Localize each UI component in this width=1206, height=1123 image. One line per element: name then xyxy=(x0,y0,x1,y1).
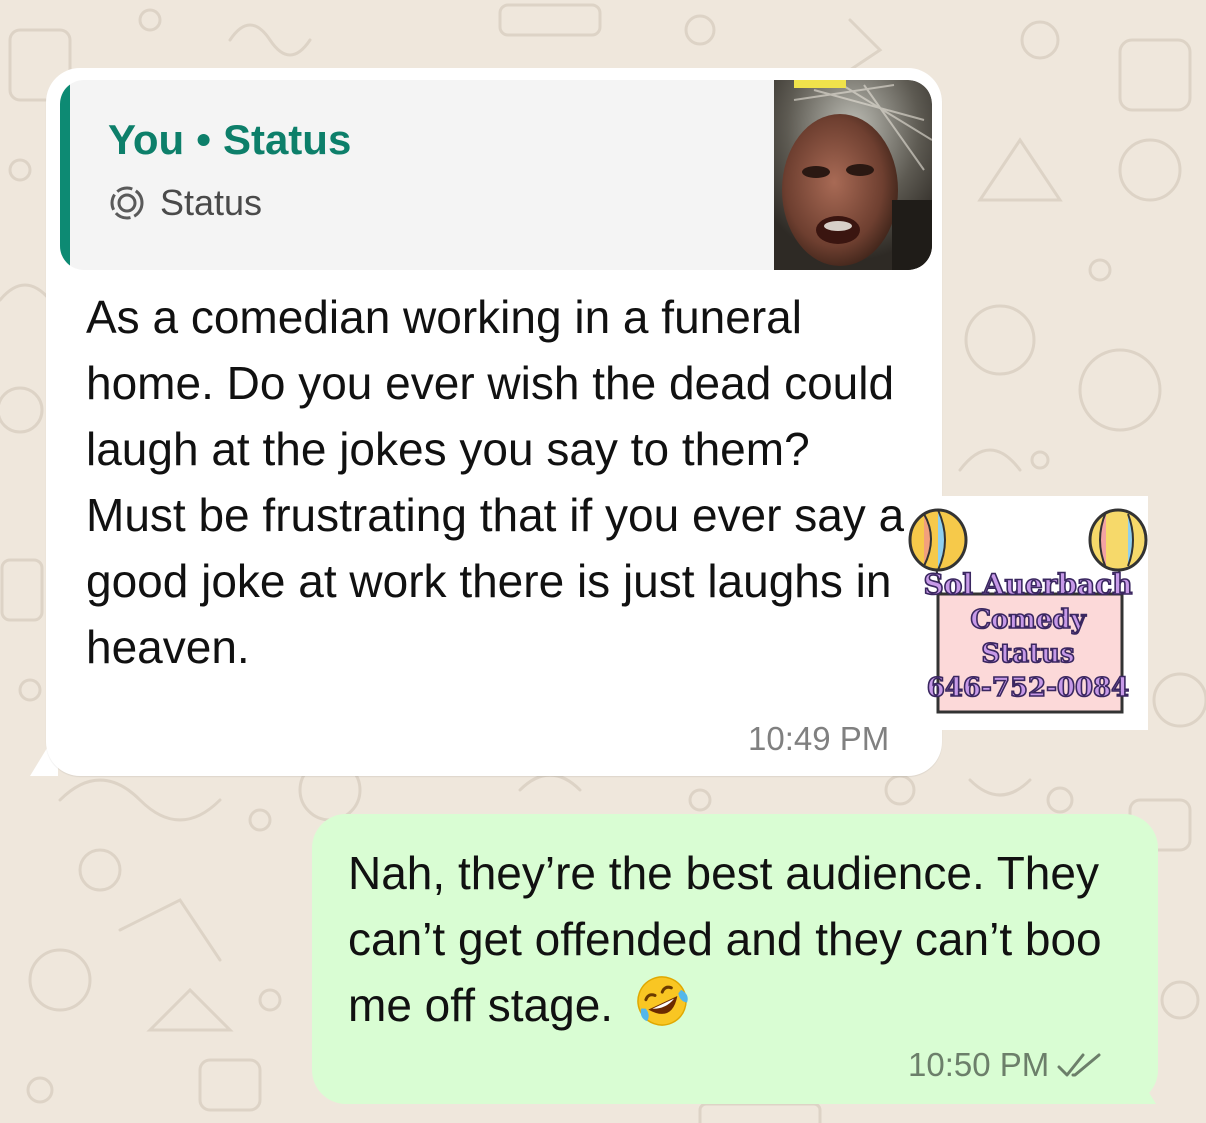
incoming-message-bubble[interactable]: You • Status Status As a comedian workin… xyxy=(46,68,942,776)
quote-author: You xyxy=(108,116,185,163)
incoming-message-line-1: As a comedian working in a funeral home.… xyxy=(86,291,895,475)
quoted-status-reply[interactable]: You • Status Status xyxy=(60,80,932,270)
rolling-on-floor-laughing-emoji xyxy=(637,976,688,1026)
balloons-sign-sticker: Sol Auerbach Comedy Status 646-752-0084 xyxy=(904,496,1148,730)
quote-subtitle-row: Status xyxy=(108,182,262,224)
video-thumbnail-image xyxy=(774,80,932,270)
outgoing-message-text: Nah, they’re the best audience. They can… xyxy=(348,840,1138,1038)
quote-title: You • Status xyxy=(108,116,351,164)
left-balloon-icon xyxy=(908,508,968,572)
right-balloon-icon xyxy=(1088,508,1148,572)
sticker-line-4: 646-752-0084 xyxy=(927,673,1130,703)
sticker-line-1: Sol Auerbach xyxy=(923,568,1132,601)
outgoing-message-time: 10:50 PM xyxy=(908,1046,1050,1083)
outgoing-message-bubble[interactable]: Nah, they’re the best audience. They can… xyxy=(312,814,1158,1104)
outgoing-message-body: Nah, they’re the best audience. They can… xyxy=(348,847,1102,1031)
double-check-icon xyxy=(1057,1053,1101,1077)
comedy-status-sticker[interactable]: Sol Auerbach Comedy Status 646-752-0084 xyxy=(904,496,1148,730)
quote-separator: • xyxy=(196,116,211,163)
quote-kind: Status xyxy=(222,116,352,163)
outgoing-message-meta: 10:50 PM xyxy=(908,1046,1103,1084)
sticker-line-3: Status xyxy=(981,639,1074,669)
incoming-message-line-2: Must be frustrating that if you ever say… xyxy=(86,489,905,673)
sticker-line-2: Comedy xyxy=(970,605,1086,635)
incoming-message-time: 10:49 PM xyxy=(748,720,890,757)
quote-subtitle: Status xyxy=(160,182,263,223)
status-thumbnail[interactable] xyxy=(774,80,932,270)
incoming-message-text: As a comedian working in a funeral home.… xyxy=(86,284,916,680)
status-ring-icon xyxy=(110,186,144,220)
quote-accent-bar xyxy=(60,80,70,270)
